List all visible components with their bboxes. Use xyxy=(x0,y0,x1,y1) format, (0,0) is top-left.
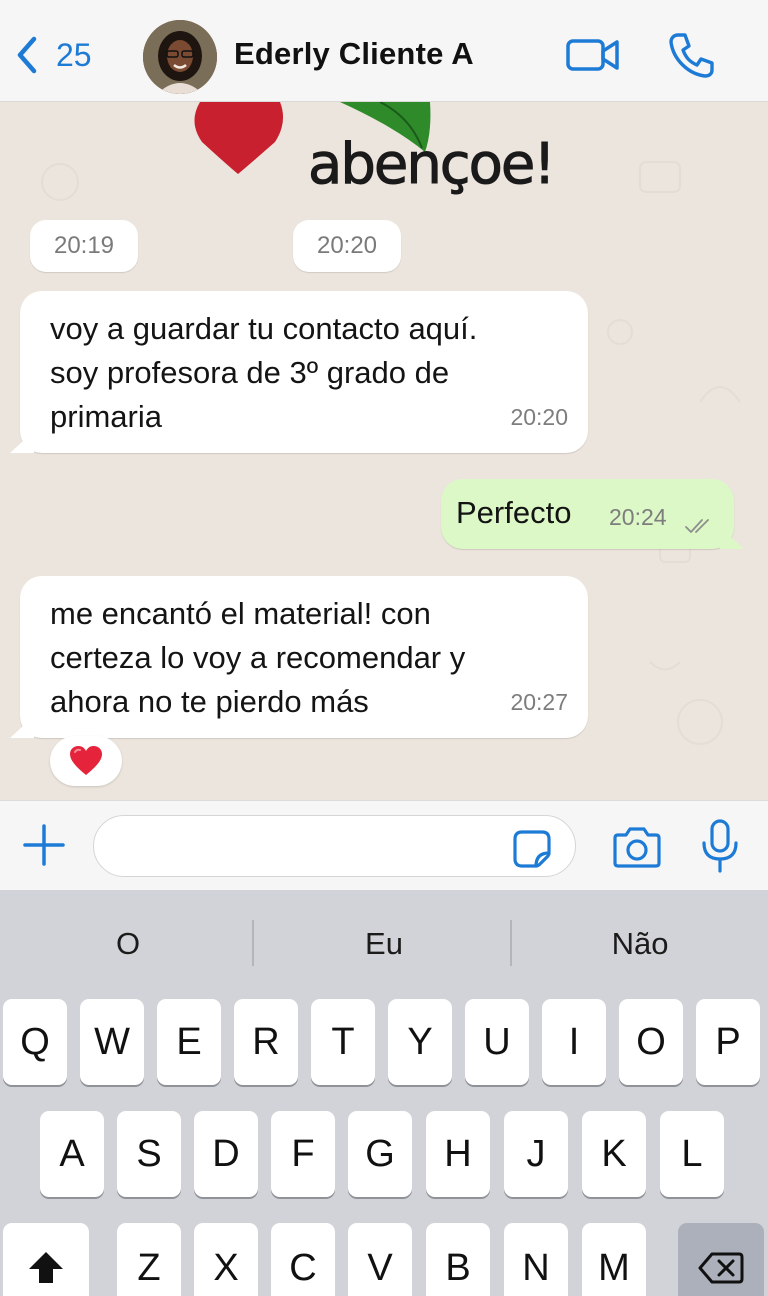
key-g[interactable]: G xyxy=(348,1111,412,1197)
microphone-icon[interactable] xyxy=(700,819,740,873)
suggestion-3[interactable]: Não xyxy=(512,914,768,974)
sticker-text: abençoe! xyxy=(308,132,557,198)
key-e[interactable]: E xyxy=(157,999,221,1085)
chat-header: 25 Ederly Cliente A xyxy=(0,0,768,102)
sticker-icon[interactable] xyxy=(512,829,552,869)
message-input[interactable] xyxy=(93,815,576,877)
key-p[interactable]: P xyxy=(696,999,760,1085)
key-x[interactable]: X xyxy=(194,1223,258,1296)
suggestion-2[interactable]: Eu xyxy=(256,914,512,974)
suggestion-1[interactable]: O xyxy=(0,914,256,974)
key-s[interactable]: S xyxy=(117,1111,181,1197)
chat-area[interactable]: abençoe! 20:19 20:20 voy a guardar tu co… xyxy=(0,102,768,800)
key-q[interactable]: Q xyxy=(3,999,67,1085)
video-call-icon[interactable] xyxy=(565,30,621,80)
message-text: me encantó el material! con certeza lo v… xyxy=(50,596,466,719)
message-outgoing[interactable]: Perfecto 20:24 xyxy=(441,479,734,549)
unread-count: 25 xyxy=(56,36,92,73)
key-k[interactable]: K xyxy=(582,1111,646,1197)
message-time: 20:24 xyxy=(609,504,667,530)
key-v[interactable]: V xyxy=(348,1223,412,1296)
suggestion-divider xyxy=(252,920,254,966)
key-f[interactable]: F xyxy=(271,1111,335,1197)
sticker-time-2: 20:20 xyxy=(293,220,401,272)
key-r[interactable]: R xyxy=(234,999,298,1085)
shift-key[interactable] xyxy=(3,1223,89,1296)
key-i[interactable]: I xyxy=(542,999,606,1085)
keyboard: O Eu Não Q W E R T Y U I O P A S D F G H… xyxy=(0,890,768,1296)
chevron-left-icon xyxy=(17,36,37,74)
avatar-image xyxy=(143,20,217,94)
key-l[interactable]: L xyxy=(660,1111,724,1197)
key-d[interactable]: D xyxy=(194,1111,258,1197)
message-incoming[interactable]: voy a guardar tu contacto aquí. soy prof… xyxy=(20,291,588,453)
message-time: 20:20 xyxy=(510,404,568,430)
plus-icon[interactable] xyxy=(22,823,66,867)
backspace-icon xyxy=(698,1252,744,1284)
predictive-bar: O Eu Não xyxy=(0,890,768,996)
key-z[interactable]: Z xyxy=(117,1223,181,1296)
key-u[interactable]: U xyxy=(465,999,529,1085)
contact-name[interactable]: Ederly Cliente A xyxy=(234,36,474,72)
key-c[interactable]: C xyxy=(271,1223,335,1296)
read-double-check-icon xyxy=(685,519,709,533)
phone-call-icon[interactable] xyxy=(666,30,716,80)
key-y[interactable]: Y xyxy=(388,999,452,1085)
message-text: Perfecto xyxy=(456,495,572,530)
key-n[interactable]: N xyxy=(504,1223,568,1296)
key-b[interactable]: B xyxy=(426,1223,490,1296)
back-button[interactable]: 25 xyxy=(12,30,92,80)
message-reaction[interactable] xyxy=(50,736,122,786)
shift-arrow-icon xyxy=(29,1252,63,1283)
message-incoming[interactable]: me encantó el material! con certeza lo v… xyxy=(20,576,588,738)
key-m[interactable]: M xyxy=(582,1223,646,1296)
key-h[interactable]: H xyxy=(426,1111,490,1197)
key-j[interactable]: J xyxy=(504,1111,568,1197)
message-input-bar xyxy=(0,800,768,890)
key-w[interactable]: W xyxy=(80,999,144,1085)
key-o[interactable]: O xyxy=(619,999,683,1085)
key-a[interactable]: A xyxy=(40,1111,104,1197)
message-time: 20:27 xyxy=(510,689,568,715)
key-t[interactable]: T xyxy=(311,999,375,1085)
avatar[interactable] xyxy=(143,20,217,94)
delete-key[interactable] xyxy=(678,1223,764,1296)
heart-reaction-icon xyxy=(70,746,102,775)
sticker-time-1: 20:19 xyxy=(30,220,138,272)
message-text: voy a guardar tu contacto aquí. soy prof… xyxy=(50,311,478,434)
camera-icon[interactable] xyxy=(612,825,662,869)
